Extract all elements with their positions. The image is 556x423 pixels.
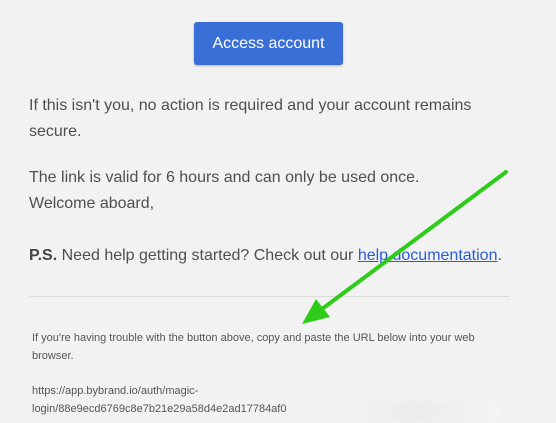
email-body: Access account If this isn't you, no act…: [0, 0, 556, 423]
help-documentation-link[interactable]: help documentation: [358, 247, 498, 264]
not-you-paragraph: If this isn't you, no action is required…: [29, 97, 472, 140]
fallback-instructions: If you're having trouble with the button…: [32, 332, 475, 362]
ps-text: Need help getting started? Check out our: [57, 247, 358, 264]
access-account-button[interactable]: Access account: [194, 22, 343, 65]
redaction-blur: [300, 401, 500, 423]
link-validity-paragraph: The link is valid for 6 hours and can on…: [29, 165, 519, 217]
ps-label: P.S.: [29, 247, 58, 264]
divider: [29, 296, 510, 297]
ps-paragraph: P.S. Need help getting started? Check ou…: [29, 243, 519, 269]
ps-period: .: [497, 247, 502, 264]
url-line-1: https://app.bybrand.io/auth/magic-: [32, 385, 199, 397]
welcome-text: Welcome aboard,: [29, 195, 155, 212]
link-validity-text: The link is valid for 6 hours and can on…: [29, 169, 420, 186]
